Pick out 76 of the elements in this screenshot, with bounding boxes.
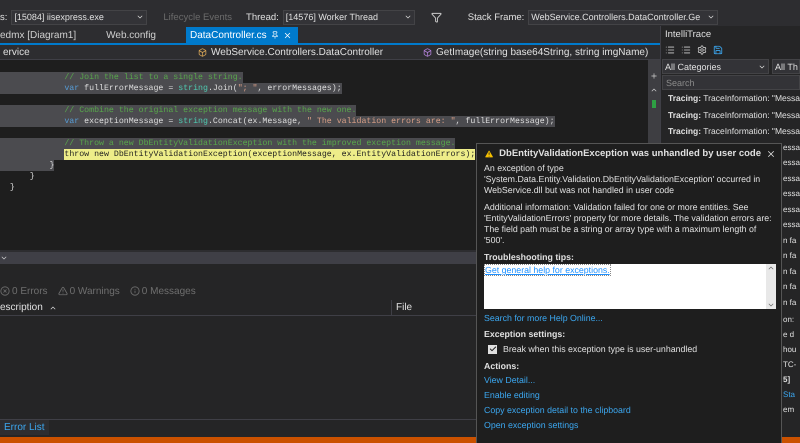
category-dropdown[interactable]: All Categories bbox=[662, 59, 769, 74]
file-tab[interactable]: Web.config bbox=[106, 27, 186, 43]
list-icon[interactable] bbox=[665, 45, 675, 55]
event-text: essa bbox=[783, 142, 800, 152]
event-text: TC- bbox=[783, 360, 796, 368]
info-icon bbox=[130, 286, 140, 296]
thread-dropdown[interactable]: [14576] Worker Thread bbox=[282, 10, 415, 24]
section-heading: Exception settings: bbox=[484, 329, 566, 339]
exception-message: Additional information: Validation failed for one or more entities. See 'EntityValidationErrors' property for more details. The validation errors are: The field path must be a string or array type with a maximum length of '500'. bbox=[484, 202, 773, 246]
event-text: essa bbox=[783, 158, 800, 168]
file-tab[interactable]: edmx [Diagram1] bbox=[0, 27, 106, 43]
close-button[interactable] bbox=[766, 148, 776, 158]
column-header[interactable]: escription bbox=[0, 300, 392, 315]
section-heading: Troubleshooting tips: bbox=[484, 252, 575, 262]
scroll-down-icon[interactable] bbox=[767, 301, 775, 309]
trace-event[interactable]: Tracing: TraceInformation: "Messa bbox=[661, 90, 800, 106]
pin-icon[interactable] bbox=[270, 31, 279, 39]
settings-icon[interactable] bbox=[697, 45, 707, 55]
event-text: essa bbox=[783, 204, 800, 214]
event-text: essa bbox=[783, 174, 800, 183]
caret-icon[interactable] bbox=[136, 13, 144, 21]
action-link[interactable]: Enable editing bbox=[484, 388, 776, 403]
scroll-up-icon[interactable] bbox=[767, 264, 775, 272]
exception-message: An exception of type 'System.Data.Entity.Validation.DbEntityValidationException' occurred in WebService.dll but was not handled in user code bbox=[484, 163, 762, 196]
member-dropdown[interactable]: GetImage(string base64String, string imgName) bbox=[420, 45, 655, 59]
panel-title: IntelliTrace bbox=[664, 28, 712, 42]
file-tab[interactable]: DataController.cs bbox=[186, 27, 298, 43]
action-link[interactable]: Copy exception detail to the clipboard bbox=[484, 403, 776, 418]
event-text: 5] bbox=[783, 374, 790, 384]
event-text: essa bbox=[783, 220, 800, 230]
split-icon[interactable] bbox=[650, 72, 658, 80]
warning-icon bbox=[484, 148, 494, 160]
event-text: n fa bbox=[783, 298, 796, 307]
event-text: Tracing: TraceInformation: "Messa bbox=[668, 126, 800, 136]
popup-title: DbEntityValidationException was unhandled by user code bbox=[499, 148, 761, 159]
error-list-tab[interactable]: Error List bbox=[0, 420, 49, 435]
event-text: n fa bbox=[783, 282, 796, 292]
event-text: n fa bbox=[783, 266, 796, 276]
action-link[interactable]: View Detail... bbox=[484, 373, 776, 388]
caret-icon[interactable] bbox=[404, 13, 412, 21]
event-text: n fa bbox=[783, 236, 796, 245]
filter-icon[interactable] bbox=[430, 12, 442, 22]
trace-event[interactable]: Tracing: TraceInformation: "Messa bbox=[661, 106, 800, 123]
event-text: em bbox=[783, 404, 794, 414]
class-dropdown[interactable]: WebService.Controllers.DataController bbox=[195, 45, 420, 59]
section-heading: Actions: bbox=[484, 361, 520, 371]
method-icon bbox=[423, 48, 432, 56]
caret-icon[interactable] bbox=[0, 254, 8, 262]
process-label: s: bbox=[0, 12, 8, 22]
trace-event[interactable]: Tracing: TraceInformation: "Messa bbox=[661, 123, 800, 140]
event-text: Sta bbox=[783, 390, 796, 398]
help-online-link[interactable]: Search for more Help Online... bbox=[484, 311, 776, 326]
class-icon bbox=[198, 48, 207, 56]
scroll-up-icon[interactable] bbox=[650, 86, 658, 94]
thread-filter-dropdown[interactable]: All Th bbox=[772, 59, 800, 74]
event-text: hou bbox=[783, 344, 796, 354]
event-text: on: bbox=[783, 314, 794, 324]
warning-icon bbox=[58, 286, 68, 296]
close-icon[interactable] bbox=[282, 30, 292, 40]
thread-label: Thread: bbox=[246, 12, 279, 22]
event-text: Tracing: TraceInformation: "Messa bbox=[668, 93, 800, 104]
save-icon[interactable] bbox=[713, 45, 723, 55]
action-link[interactable]: Open exception settings bbox=[484, 418, 776, 433]
search-field[interactable]: Search bbox=[662, 75, 800, 90]
stack-frame-label: Stack Frame: bbox=[468, 12, 524, 22]
stack-frame-dropdown[interactable]: WebService.Controllers.DataController.Ge bbox=[528, 10, 718, 24]
event-text: essa bbox=[783, 189, 800, 198]
caret-icon[interactable] bbox=[707, 13, 716, 21]
process-dropdown[interactable]: [15084] iisexpress.exe bbox=[11, 10, 148, 24]
error-icon bbox=[0, 286, 10, 296]
event-text: e d bbox=[783, 330, 794, 338]
event-text: Tracing: TraceInformation: "Messa bbox=[668, 110, 800, 120]
project-dropdown[interactable]: ervice bbox=[0, 45, 195, 59]
event-text: n fa bbox=[783, 251, 796, 260]
checkbox-label: Break when this exception type is user-unhandled bbox=[503, 344, 698, 354]
checkbox[interactable] bbox=[488, 344, 497, 354]
